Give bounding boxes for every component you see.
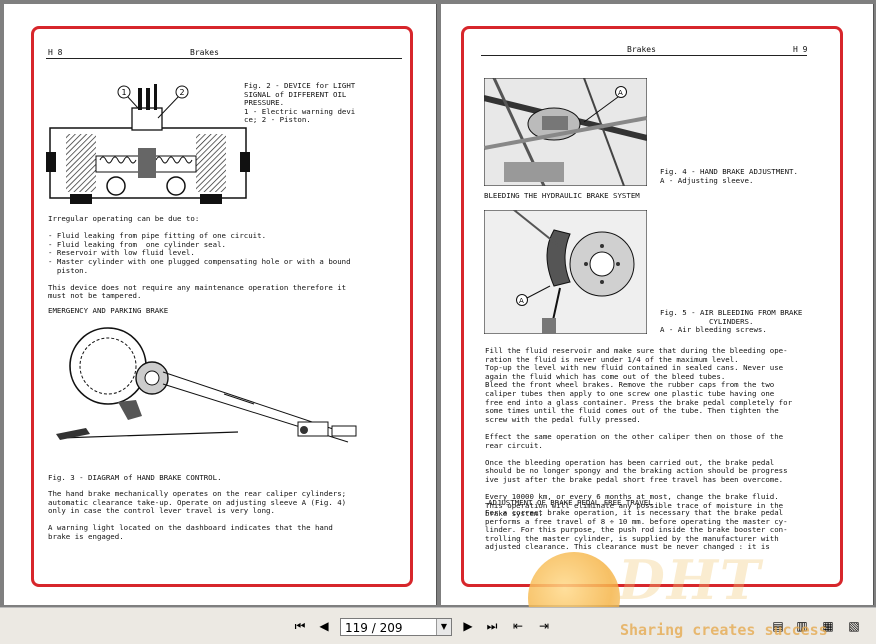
fig5-caption: Fig. 5 - AIR BLEEDING FROM BRAKE CYLINDE… — [660, 308, 803, 335]
page-left: H 8 Brakes 1 2 Fig. 2 - DEVICE for LIGHT… — [4, 4, 437, 605]
section-heading-emergency: EMERGENCY AND PARKING BRAKE — [48, 306, 169, 315]
irregular-operation-text: Irregular operating can be due to: - Flu… — [48, 214, 351, 301]
navigation-toolbar: ⏮ ◀ 119 / 209 ▼ ▶ ⏭ ⇤ ⇥ ▤ ▥ ▦ ▧ Sharing … — [0, 607, 876, 644]
two-page-continuous-icon[interactable]: ▧ — [846, 618, 862, 634]
fig4-label-a: A — [618, 89, 623, 97]
header-rule — [481, 55, 807, 56]
back-view-icon[interactable]: ⇤ — [510, 618, 526, 634]
hand-brake-text: The hand brake mechanically operates on … — [48, 489, 347, 541]
header-rule — [46, 58, 402, 59]
document-viewer[interactable]: H 8 Brakes 1 2 Fig. 2 - DEVICE for LIGHT… — [0, 0, 876, 644]
fig5-air-bleeding-photo: A — [484, 210, 647, 334]
fig5-label-a: A — [519, 297, 524, 305]
fig2-caption: Fig. 2 - DEVICE for LIGHT SIGNAL of DIFF… — [244, 81, 356, 125]
prev-page-icon[interactable]: ◀ — [316, 618, 332, 634]
fig3-hand-brake-drawing — [56, 327, 357, 443]
fig4-caption: Fig. 4 - HAND BRAKE ADJUSTMENT. A - Adju… — [660, 167, 798, 185]
page-indicator: 119 / 209 — [345, 621, 403, 635]
header-title-right: Brakes — [627, 45, 656, 54]
bleeding-instructions-text: Fill the fluid reservoir and make sure t… — [485, 346, 793, 519]
last-page-icon[interactable]: ⏭ — [484, 618, 500, 634]
watermark-logo-text: DHT — [618, 548, 763, 612]
fig3-caption: Fig. 3 - DIAGRAM of HAND BRAKE CONTROL. — [48, 473, 222, 482]
dropdown-icon[interactable]: ▼ — [436, 619, 451, 635]
fig4-hand-brake-photo: A — [484, 78, 647, 186]
forward-view-icon[interactable]: ⇥ — [536, 618, 552, 634]
page-right: Brakes H 9 A Fig. 4 - HAND BRAKE ADJUSTM… — [441, 4, 874, 605]
fig2-pressure-device-drawing: 1 2 — [46, 84, 250, 204]
next-page-icon[interactable]: ▶ — [460, 618, 476, 634]
page-number-right: H 9 — [793, 45, 808, 54]
first-page-icon[interactable]: ⏮ — [292, 618, 308, 634]
fig2-label-1: 1 — [122, 88, 127, 97]
watermark-slogan: Sharing creates success — [620, 621, 828, 639]
adjustment-text: For a correct brake operation, it is nec… — [485, 508, 788, 552]
section-heading-bleeding: BLEEDING THE HYDRAULIC BRAKE SYSTEM — [484, 191, 640, 200]
section-heading-adjustment: ADJUSTMENT OF BRAKE PEDAL FREE TRAVEL — [488, 498, 653, 507]
page-number-input[interactable]: 119 / 209 ▼ — [340, 618, 452, 636]
page-number-left: H 8 — [48, 48, 63, 57]
fig2-label-2: 2 — [180, 88, 185, 97]
header-title-left: Brakes — [190, 48, 219, 57]
